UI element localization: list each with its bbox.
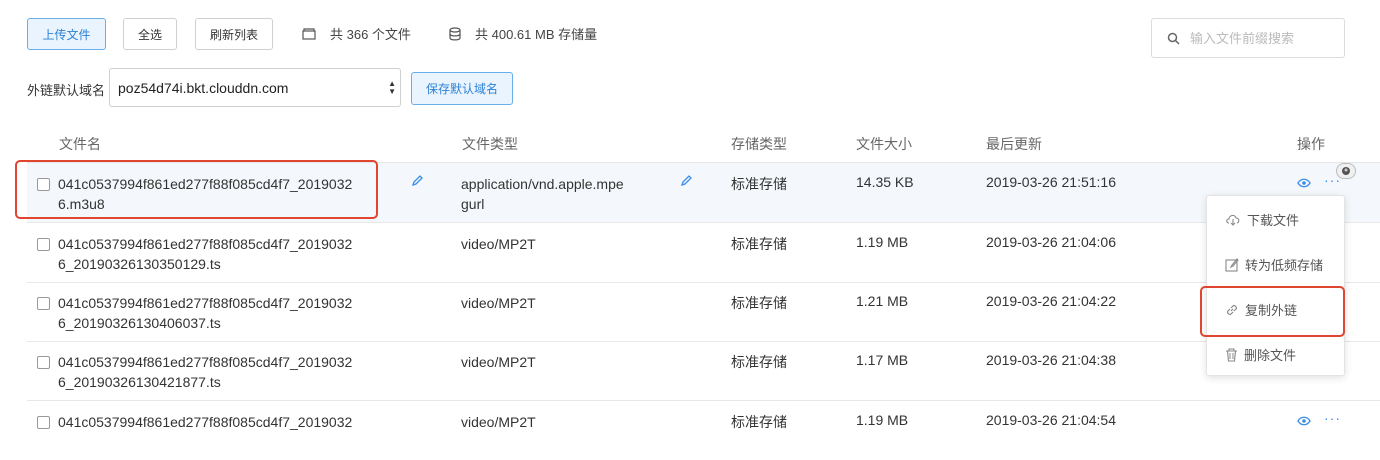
header-filetype: 文件类型 [462, 136, 518, 152]
header-filename: 文件名 [59, 136, 101, 152]
header-storage: 存储类型 [731, 136, 787, 152]
copy-link-highlight-box [1200, 286, 1345, 337]
edit-name-icon[interactable] [411, 175, 423, 187]
search-box[interactable] [1151, 18, 1345, 58]
header-actions: 操作 [1297, 136, 1325, 152]
file-size: 1.17 MB [856, 352, 909, 368]
file-size: 1.21 MB [856, 293, 909, 309]
search-input[interactable] [1188, 29, 1332, 47]
table-row[interactable]: 041c0537994f861ed277f88f085cd4f7_2019032… [27, 282, 1380, 342]
domain-value: poz54d74i.bkt.clouddn.com [118, 79, 289, 96]
folder-icon [302, 27, 316, 40]
last-updated: 2019-03-26 21:04:38 [986, 352, 1116, 368]
eye-icon[interactable] [1297, 178, 1311, 188]
file-name: 041c0537994f861ed277f88f085cd4f7_2019032… [58, 236, 353, 272]
edit-type-icon[interactable] [680, 175, 692, 187]
table-row[interactable]: 041c0537994f861ed277f88f085cd4f7_2019032… [27, 401, 1380, 460]
last-updated: 2019-03-26 21:04:22 [986, 293, 1116, 309]
last-updated: 2019-03-26 21:04:06 [986, 234, 1116, 250]
table-row[interactable]: 041c0537994f861ed277f88f085cd4f7_2019032… [27, 341, 1380, 401]
file-name: 041c0537994f861ed277f88f085cd4f7_2019032 [58, 414, 353, 430]
row-checkbox[interactable] [37, 297, 50, 310]
file-type: application/vnd.apple.mpe gurl [461, 176, 624, 212]
storage-type: 标准存储 [731, 354, 787, 370]
menu-item-delete[interactable]: 删除文件 [1225, 345, 1296, 364]
domain-label: 外链默认域名 [27, 83, 106, 98]
trash-icon [1226, 347, 1237, 362]
row-checkbox[interactable] [37, 238, 50, 251]
file-type: video/MP2T [461, 414, 536, 430]
storage-type: 标准存储 [731, 414, 787, 430]
storage-type: 标准存储 [731, 176, 787, 192]
file-count-text: 共 366 个文件 [330, 27, 411, 42]
select-all-button[interactable]: 全选 [123, 18, 177, 50]
header-size: 文件大小 [856, 136, 912, 152]
file-name: 041c0537994f861ed277f88f085cd4f7_2019032… [58, 295, 353, 331]
menu-item-download[interactable]: 下载文件 [1225, 210, 1299, 229]
file-type: video/MP2T [461, 295, 536, 311]
row-checkbox[interactable] [37, 356, 50, 369]
storage-type: 标准存储 [731, 236, 787, 252]
file-name: 041c0537994f861ed277f88f085cd4f7_2019032… [58, 354, 353, 390]
upload-button[interactable]: 上传文件 [27, 18, 106, 50]
file-size: 1.19 MB [856, 234, 909, 250]
storage-text: 共 400.61 MB 存储量 [475, 27, 598, 42]
storage-type: 标准存储 [731, 295, 787, 311]
user-avatar-icon [1336, 163, 1356, 179]
select-arrows-icon: ▲ ▼ [388, 79, 396, 96]
table-row[interactable]: 041c0537994f861ed277f88f085cd4f7_2019032… [27, 223, 1380, 283]
file-size: 14.35 KB [856, 174, 914, 190]
storage-total: 共 400.61 MB 存储量 [449, 24, 597, 43]
edit-icon [1225, 257, 1239, 272]
file-type: video/MP2T [461, 236, 536, 252]
search-icon [1167, 32, 1180, 45]
menu-item-low-frequency[interactable]: 转为低频存储 [1225, 255, 1323, 274]
cloud-download-icon [1226, 214, 1240, 226]
save-domain-button[interactable]: 保存默认域名 [411, 72, 513, 105]
eye-icon[interactable] [1297, 416, 1311, 426]
header-updated: 最后更新 [986, 136, 1042, 152]
filename-highlight-box [15, 160, 378, 219]
file-type: video/MP2T [461, 354, 536, 370]
last-updated: 2019-03-26 21:51:16 [986, 174, 1116, 190]
database-icon [449, 26, 461, 40]
file-count: 共 366 个文件 [302, 24, 411, 43]
domain-select[interactable]: poz54d74i.bkt.clouddn.com ▲ ▼ [109, 68, 401, 107]
more-actions-icon[interactable]: ··· [1324, 410, 1341, 426]
refresh-button[interactable]: 刷新列表 [195, 18, 273, 50]
row-checkbox[interactable] [37, 416, 50, 429]
